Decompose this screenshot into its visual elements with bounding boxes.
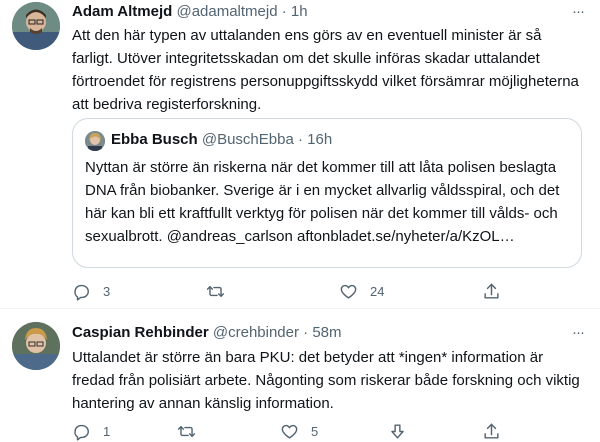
quoted-tweet-text: Nyttan är större än riskerna när det kom… bbox=[85, 159, 560, 245]
reply-icon bbox=[74, 284, 89, 301]
tweet-text: Att den här typen av uttalanden ens görs… bbox=[72, 27, 579, 113]
like-count: 5 bbox=[311, 423, 319, 439]
separator-dot: · bbox=[281, 3, 287, 20]
author-handle[interactable]: @adamaltmejd bbox=[176, 3, 277, 20]
retweet-button[interactable] bbox=[177, 420, 208, 442]
more-options-icon[interactable]: ··· bbox=[568, 323, 588, 343]
share-button[interactable] bbox=[482, 280, 501, 302]
share-icon bbox=[484, 283, 499, 299]
reply-button[interactable]: 3 bbox=[72, 280, 110, 302]
like-button[interactable]: 5 bbox=[280, 420, 318, 442]
like-count: 24 bbox=[370, 283, 385, 299]
downvote-button[interactable] bbox=[388, 420, 407, 442]
downvote-arrow-icon bbox=[391, 423, 404, 439]
timestamp[interactable]: 1h bbox=[291, 3, 308, 20]
tweet-header: Adam Altmejd @adamaltmejd · 1h bbox=[72, 1, 308, 23]
quoted-header: Ebba Busch @BuschEbba · 16h bbox=[111, 129, 332, 151]
heart-icon bbox=[340, 284, 357, 299]
tweet[interactable]: Adam Altmejd @adamaltmejd · 1h ··· Att d… bbox=[0, 0, 600, 308]
more-options-icon[interactable]: ··· bbox=[568, 2, 588, 22]
share-button[interactable] bbox=[482, 420, 501, 442]
tweet[interactable]: Caspian Rehbinder @crehbinder · 58m ··· … bbox=[0, 309, 600, 442]
author-name[interactable]: Adam Altmejd bbox=[72, 3, 172, 20]
quoted-timestamp: 16h bbox=[307, 131, 333, 148]
author-handle[interactable]: @crehbinder bbox=[213, 324, 299, 341]
retweet-icon bbox=[206, 285, 225, 297]
quoted-tweet[interactable]: Ebba Busch @BuschEbba · 16h Nyttan är st… bbox=[72, 118, 582, 268]
separator-dot: · bbox=[303, 324, 309, 341]
avatar[interactable] bbox=[12, 322, 60, 370]
quoted-author-handle: @BuschEbba bbox=[201, 131, 294, 148]
reply-count: 3 bbox=[103, 283, 111, 299]
tweet-actions: 1 5 bbox=[72, 420, 582, 442]
tweet-text: Uttalandet är större än bara PKU: det be… bbox=[72, 349, 580, 412]
heart-icon bbox=[281, 424, 298, 439]
tweet-header: Caspian Rehbinder @crehbinder · 58m bbox=[72, 322, 342, 344]
quoted-author-name: Ebba Busch bbox=[111, 131, 198, 148]
retweet-button[interactable] bbox=[206, 280, 237, 302]
author-name[interactable]: Caspian Rehbinder bbox=[72, 324, 209, 341]
retweet-icon bbox=[177, 425, 196, 437]
quoted-avatar[interactable] bbox=[85, 131, 105, 151]
avatar[interactable] bbox=[12, 2, 60, 50]
timestamp[interactable]: 58m bbox=[312, 324, 341, 341]
reply-button[interactable]: 1 bbox=[72, 420, 110, 442]
share-icon bbox=[484, 423, 499, 439]
tweet-actions: 3 24 bbox=[72, 280, 582, 302]
separator-dot: · bbox=[297, 131, 303, 148]
like-button[interactable]: 24 bbox=[339, 280, 384, 302]
reply-icon bbox=[74, 424, 89, 441]
reply-count: 1 bbox=[103, 423, 111, 439]
